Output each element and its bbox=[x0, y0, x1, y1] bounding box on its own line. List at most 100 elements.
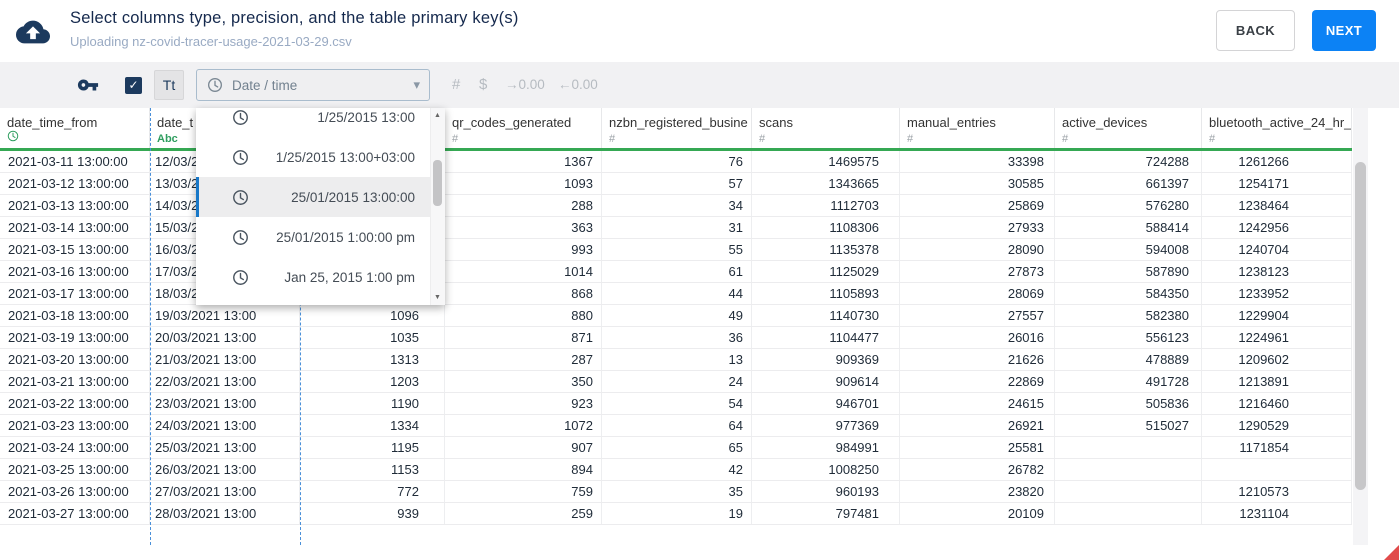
table-cell: 22/03/2021 13:00 bbox=[150, 371, 300, 392]
dropdown-item-label: 25/01/2015 1:00:00 pm bbox=[276, 229, 415, 245]
table-row: 2021-03-19 13:00:00 20/03/2021 13:00 1035 8… bbox=[0, 327, 1352, 349]
table-cell: 55 bbox=[602, 239, 752, 260]
scroll-up-icon[interactable]: ▲ bbox=[434, 112, 441, 119]
dropdown-scrollbar-thumb[interactable] bbox=[433, 160, 442, 206]
table-cell: 1008250 bbox=[752, 459, 900, 480]
column-type-label: # bbox=[1062, 133, 1069, 145]
dropdown-item[interactable]: 1/25/2015 13:00 bbox=[196, 108, 445, 137]
table-cell: 588414 bbox=[1055, 217, 1202, 238]
table-cell: 28069 bbox=[900, 283, 1055, 304]
table-cell: 1240704 bbox=[1202, 239, 1352, 260]
table-cell: 907 bbox=[445, 437, 602, 458]
table-cell: 42 bbox=[602, 459, 752, 480]
table-row: 2021-03-20 13:00:00 21/03/2021 13:00 1313 2… bbox=[0, 349, 1352, 371]
primary-key-icon[interactable] bbox=[77, 74, 99, 96]
column-type-label: # bbox=[759, 133, 766, 145]
dropdown-scrollbar[interactable]: ▲ ▼ bbox=[430, 108, 445, 305]
table-cell: 350 bbox=[445, 371, 602, 392]
table-cell: 894 bbox=[445, 459, 602, 480]
table-cell: 587890 bbox=[1055, 261, 1202, 282]
table-cell bbox=[1055, 503, 1202, 524]
table-cell: 2021-03-21 13:00:00 bbox=[0, 371, 150, 392]
table-cell: 1261266 bbox=[1202, 151, 1352, 172]
table-cell: 2021-03-23 13:00:00 bbox=[0, 415, 150, 436]
column-guide-line bbox=[150, 108, 151, 545]
back-button[interactable]: BACK bbox=[1216, 10, 1295, 51]
decrease-decimal-button[interactable]: ←0.00 bbox=[558, 77, 598, 92]
table-cell: 23/03/2021 13:00 bbox=[150, 393, 300, 414]
header-bar: Select columns type, precision, and the … bbox=[0, 0, 1399, 62]
table-cell: 27/03/2021 13:00 bbox=[150, 481, 300, 502]
date-format-select-value: Date / time bbox=[232, 77, 298, 93]
table-cell: 26016 bbox=[900, 327, 1055, 348]
table-cell: 594008 bbox=[1055, 239, 1202, 260]
dropdown-item-label: 1/25/2015 13:00+03:00 bbox=[275, 149, 415, 165]
table-cell: 505836 bbox=[1055, 393, 1202, 414]
table-cell: 1135378 bbox=[752, 239, 900, 260]
column-header-nzbn_registered_busine[interactable]: nzbn_registered_busine # bbox=[602, 108, 752, 148]
table-cell: 2021-03-13 13:00:00 bbox=[0, 195, 150, 216]
table-cell: 2021-03-15 13:00:00 bbox=[0, 239, 150, 260]
column-header-qr_codes_generated[interactable]: qr_codes_generated # bbox=[445, 108, 602, 148]
column-header-manual_entries[interactable]: manual_entries # bbox=[900, 108, 1055, 148]
table-cell: 1153 bbox=[300, 459, 445, 480]
include-column-checkbox[interactable]: ✓ bbox=[125, 77, 142, 94]
table-cell: 584350 bbox=[1055, 283, 1202, 304]
table-cell: 582380 bbox=[1055, 305, 1202, 326]
text-type-button[interactable]: Tt bbox=[154, 70, 184, 100]
column-type-label: Abc bbox=[157, 133, 178, 145]
table-cell: 1125029 bbox=[752, 261, 900, 282]
table-cell: 1290529 bbox=[1202, 415, 1352, 436]
dropdown-item[interactable]: 25/01/2015 1:00:00 pm bbox=[196, 217, 445, 257]
table-cell: 2021-03-26 13:00:00 bbox=[0, 481, 150, 502]
wizard-actions: BACK NEXT bbox=[1216, 10, 1376, 51]
table-cell: 54 bbox=[602, 393, 752, 414]
vertical-scrollbar[interactable] bbox=[1353, 108, 1368, 545]
table-cell: 76 bbox=[602, 151, 752, 172]
table-cell: 30585 bbox=[900, 173, 1055, 194]
table-cell: 28/03/2021 13:00 bbox=[150, 503, 300, 524]
table-cell: 2021-03-18 13:00:00 bbox=[0, 305, 150, 326]
table-row: 2021-03-18 13:00:00 19/03/2021 13:00 1096 8… bbox=[0, 305, 1352, 327]
next-button[interactable]: NEXT bbox=[1312, 10, 1376, 51]
table-cell: 27873 bbox=[900, 261, 1055, 282]
currency-type-button[interactable]: $ bbox=[479, 76, 487, 93]
column-header-bluetooth_active_24_hr_[interactable]: bluetooth_active_24_hr_ # bbox=[1202, 108, 1352, 148]
table-cell: 1105893 bbox=[752, 283, 900, 304]
table-cell: 1093 bbox=[445, 173, 602, 194]
column-header-scans[interactable]: scans # bbox=[752, 108, 900, 148]
scrollbar-thumb[interactable] bbox=[1355, 162, 1366, 490]
table-cell: 491728 bbox=[1055, 371, 1202, 392]
table-cell: 1367 bbox=[445, 151, 602, 172]
increase-decimal-button[interactable]: →0.00 bbox=[505, 77, 545, 92]
table-cell: 2021-03-17 13:00:00 bbox=[0, 283, 150, 304]
table-cell: 478889 bbox=[1055, 349, 1202, 370]
dropdown-item[interactable]: Jan 25, 2015 1:00 pm bbox=[196, 257, 445, 297]
date-format-select[interactable]: Date / time ▾ bbox=[196, 69, 430, 101]
number-type-button[interactable]: # bbox=[452, 76, 460, 93]
table-cell: 25581 bbox=[900, 437, 1055, 458]
table-cell: 724288 bbox=[1055, 151, 1202, 172]
table-cell: 1231104 bbox=[1202, 503, 1352, 524]
dropdown-item[interactable]: 1/25/2015 13:00+03:00 bbox=[196, 137, 445, 177]
table-cell: 34 bbox=[602, 195, 752, 216]
table-cell: 2021-03-12 13:00:00 bbox=[0, 173, 150, 194]
table-cell: 27557 bbox=[900, 305, 1055, 326]
scroll-down-icon[interactable]: ▼ bbox=[434, 294, 441, 301]
table-cell: 2021-03-14 13:00:00 bbox=[0, 217, 150, 238]
table-cell: 1171854 bbox=[1202, 437, 1352, 458]
table-cell: 44 bbox=[602, 283, 752, 304]
dropdown-item[interactable]: 25/01/2015 13:00:00 bbox=[196, 177, 445, 217]
table-cell: 26782 bbox=[900, 459, 1055, 480]
table-cell: 21626 bbox=[900, 349, 1055, 370]
clock-icon bbox=[232, 109, 249, 126]
column-header-date_time_from[interactable]: date_time_from bbox=[0, 108, 150, 148]
table-cell: 880 bbox=[445, 305, 602, 326]
table-cell: 1213891 bbox=[1202, 371, 1352, 392]
clock-icon bbox=[232, 189, 249, 206]
table-row: 2021-03-22 13:00:00 23/03/2021 13:00 1190 9… bbox=[0, 393, 1352, 415]
table-cell: 1014 bbox=[445, 261, 602, 282]
table-cell: 556123 bbox=[1055, 327, 1202, 348]
column-header-active_devices[interactable]: active_devices # bbox=[1055, 108, 1202, 148]
column-type-label: # bbox=[907, 133, 914, 145]
